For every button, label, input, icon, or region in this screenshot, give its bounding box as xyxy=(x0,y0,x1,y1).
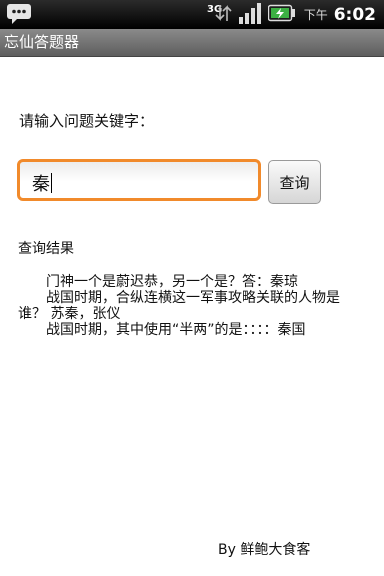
status-bar: 3G 下午 6:02 xyxy=(0,0,384,29)
keyword-input-value: 秦 xyxy=(32,174,50,195)
result-item: 战国时期，合纵连横这一军事攻略关联的人物是谁？ 苏秦，张仪 xyxy=(18,290,340,322)
app-title-bar: 忘仙答题器 xyxy=(0,29,384,57)
result-item: 门神一个是蔚迟恭，另一个是？答：秦琼 xyxy=(46,274,298,290)
network-3g-icon: 3G xyxy=(206,1,232,29)
battery-charging-icon xyxy=(267,4,296,26)
text-caret xyxy=(51,173,52,193)
query-button[interactable]: 查询 xyxy=(268,160,321,204)
clock-ampm: 下午 xyxy=(303,8,328,22)
result-item: 战国时期，其中使用“半两”的是：：：：秦国 xyxy=(46,322,306,338)
signal-icon xyxy=(238,1,262,29)
footer-credit: By 鲜鲍大食客 xyxy=(218,542,311,558)
clock-time: 6:02 xyxy=(333,4,376,25)
notification-icon[interactable] xyxy=(6,3,32,29)
results-heading: 查询结果 xyxy=(18,241,74,257)
search-prompt-label: 请输入问题关键字： xyxy=(19,112,155,130)
results-list: 门神一个是蔚迟恭，另一个是？答：秦琼 战国时期，合纵连横这一军事攻略关联的人物是… xyxy=(18,274,366,338)
app-title: 忘仙答题器 xyxy=(4,33,80,51)
keyword-input[interactable]: 秦 xyxy=(17,159,261,201)
